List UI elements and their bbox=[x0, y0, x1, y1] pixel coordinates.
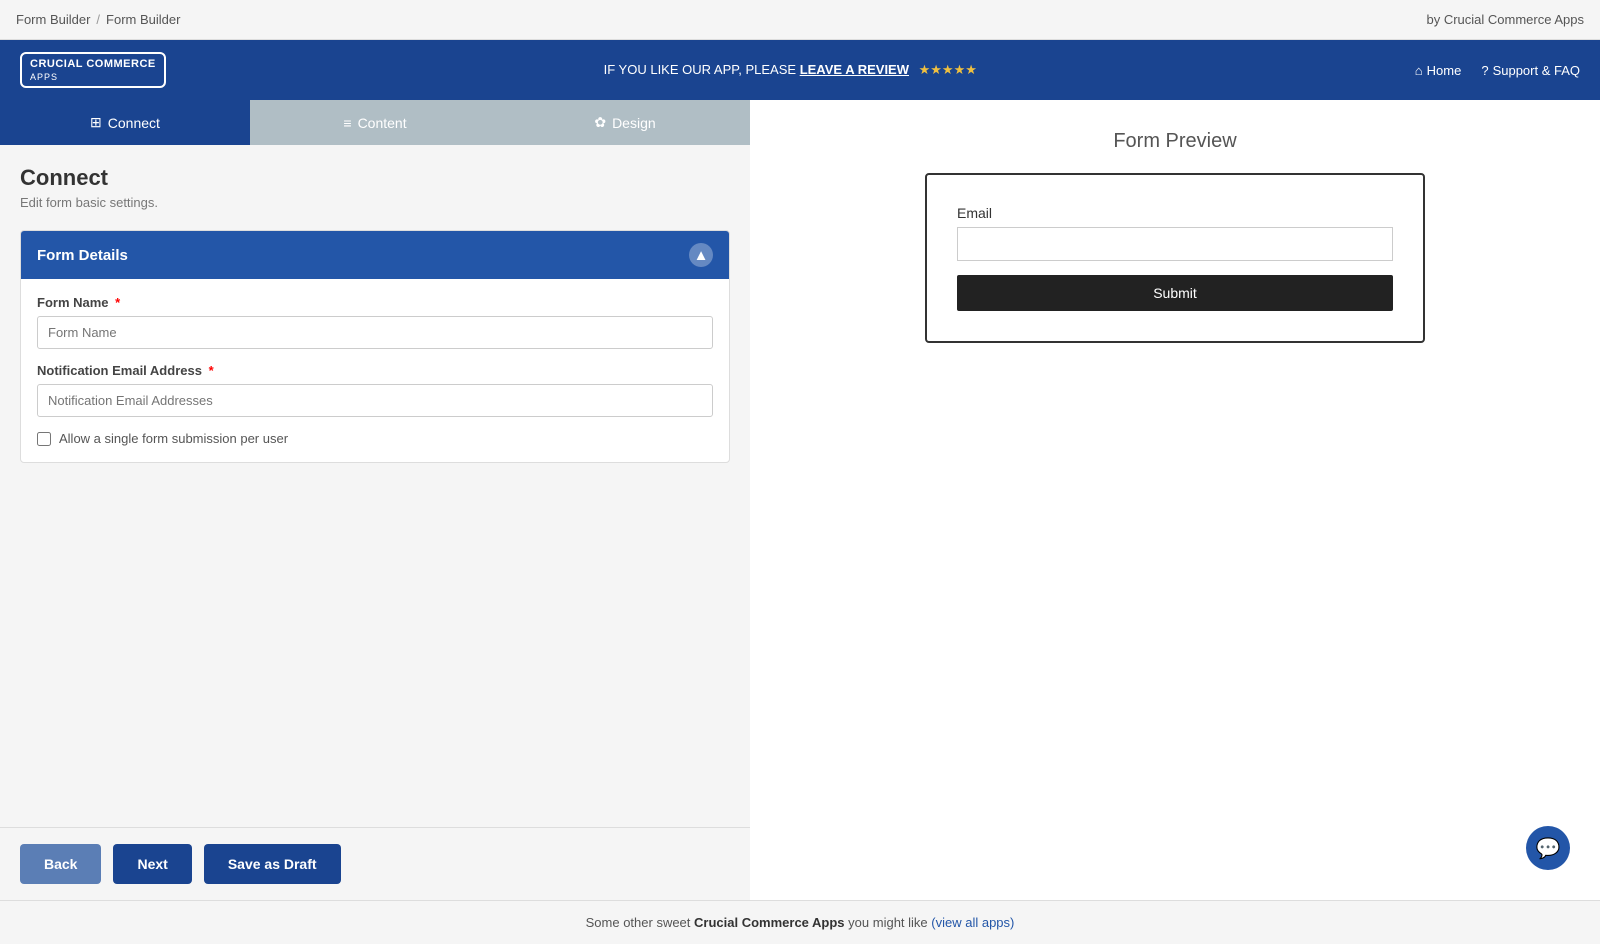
notification-email-group: Notification Email Address * bbox=[37, 363, 713, 417]
top-bar-branding: by Crucial Commerce Apps bbox=[1427, 12, 1585, 27]
bottom-bar: Back Next Save as Draft bbox=[0, 827, 750, 900]
support-icon: ? bbox=[1481, 63, 1488, 78]
breadcrumb: Form Builder / Form Builder bbox=[16, 12, 180, 27]
footer-link[interactable]: (view all apps) bbox=[931, 915, 1014, 930]
footer: Some other sweet Crucial Commerce Apps y… bbox=[0, 900, 1600, 944]
logo-bar-nav: ⌂ Home ? Support & FAQ bbox=[1415, 63, 1580, 78]
tab-design[interactable]: ✿ Design bbox=[500, 100, 750, 145]
main-layout: ⊞ Connect ≡ Content ✿ Design Connect Edi… bbox=[0, 100, 1600, 900]
breadcrumb-item-1[interactable]: Form Builder bbox=[16, 12, 90, 27]
nav-home[interactable]: ⌂ Home bbox=[1415, 63, 1462, 78]
nav-support[interactable]: ? Support & FAQ bbox=[1481, 63, 1580, 78]
form-name-input[interactable] bbox=[37, 316, 713, 349]
single-submission-checkbox[interactable] bbox=[37, 432, 51, 446]
nav-support-label: Support & FAQ bbox=[1493, 63, 1580, 78]
form-preview-box: Email Submit bbox=[925, 173, 1425, 343]
right-panel: Form Preview Email Submit bbox=[750, 100, 1600, 900]
notification-required: * bbox=[209, 363, 214, 378]
stars: ★★★★★ bbox=[919, 62, 977, 77]
next-button[interactable]: Next bbox=[113, 844, 191, 884]
preview-submit-button[interactable]: Submit bbox=[957, 275, 1393, 311]
left-panel: ⊞ Connect ≡ Content ✿ Design Connect Edi… bbox=[0, 100, 750, 900]
logo-title-line1: CRUCIAL COMMERCE bbox=[30, 58, 156, 71]
content-tab-label: Content bbox=[358, 115, 407, 131]
form-name-required: * bbox=[115, 295, 120, 310]
preview-email-input[interactable] bbox=[957, 227, 1393, 261]
card-body: Form Name * Notification Email Address * bbox=[21, 279, 729, 462]
preview-email-label: Email bbox=[957, 205, 1393, 221]
notification-email-input[interactable] bbox=[37, 384, 713, 417]
back-button[interactable]: Back bbox=[20, 844, 101, 884]
card-header: Form Details ▲ bbox=[21, 231, 729, 279]
connect-tab-icon: ⊞ bbox=[90, 114, 102, 131]
chevron-up-icon: ▲ bbox=[694, 247, 709, 264]
section-subtitle: Edit form basic settings. bbox=[20, 195, 730, 210]
promo-link[interactable]: LEAVE A REVIEW bbox=[800, 62, 909, 77]
content-tab-icon: ≡ bbox=[343, 115, 351, 131]
card-header-title: Form Details bbox=[37, 247, 128, 264]
form-name-label: Form Name * bbox=[37, 295, 713, 310]
footer-mid: you might like bbox=[848, 915, 927, 930]
save-draft-button[interactable]: Save as Draft bbox=[204, 844, 341, 884]
connect-tab-label: Connect bbox=[108, 115, 160, 131]
footer-text: Some other sweet bbox=[586, 915, 691, 930]
logo-box: CRUCIAL COMMERCE APPS bbox=[20, 52, 166, 87]
logo-area: CRUCIAL COMMERCE APPS bbox=[20, 52, 166, 87]
promo-text: IF YOU LIKE OUR APP, PLEASE bbox=[604, 62, 796, 77]
home-icon: ⌂ bbox=[1415, 63, 1423, 78]
chat-bubble-button[interactable]: 💬 bbox=[1526, 826, 1570, 870]
single-submission-row: Allow a single form submission per user bbox=[37, 431, 713, 446]
notification-email-label: Notification Email Address * bbox=[37, 363, 713, 378]
section-title: Connect bbox=[20, 165, 730, 191]
chat-icon: 💬 bbox=[1536, 836, 1561, 861]
form-details-card: Form Details ▲ Form Name * bbox=[20, 230, 730, 463]
breadcrumb-item-2[interactable]: Form Builder bbox=[106, 12, 180, 27]
preview-title: Form Preview bbox=[1113, 130, 1236, 153]
tab-content[interactable]: ≡ Content bbox=[250, 100, 500, 145]
promo-banner: IF YOU LIKE OUR APP, PLEASE LEAVE A REVI… bbox=[604, 62, 977, 78]
tab-connect[interactable]: ⊞ Connect bbox=[0, 100, 250, 145]
tabs-bar: ⊞ Connect ≡ Content ✿ Design bbox=[0, 100, 750, 145]
logo-title-line2: APPS bbox=[30, 72, 58, 82]
footer-brand: Crucial Commerce Apps bbox=[694, 915, 845, 930]
nav-home-label: Home bbox=[1427, 63, 1462, 78]
form-name-group: Form Name * bbox=[37, 295, 713, 349]
breadcrumb-sep: / bbox=[96, 12, 100, 27]
design-tab-label: Design bbox=[612, 115, 656, 131]
top-bar: Form Builder / Form Builder by Crucial C… bbox=[0, 0, 1600, 40]
single-submission-label: Allow a single form submission per user bbox=[59, 431, 288, 446]
card-collapse-button[interactable]: ▲ bbox=[689, 243, 713, 267]
logo-bar: CRUCIAL COMMERCE APPS IF YOU LIKE OUR AP… bbox=[0, 40, 1600, 100]
content-area: Connect Edit form basic settings. Form D… bbox=[0, 145, 750, 827]
design-tab-icon: ✿ bbox=[594, 114, 606, 131]
